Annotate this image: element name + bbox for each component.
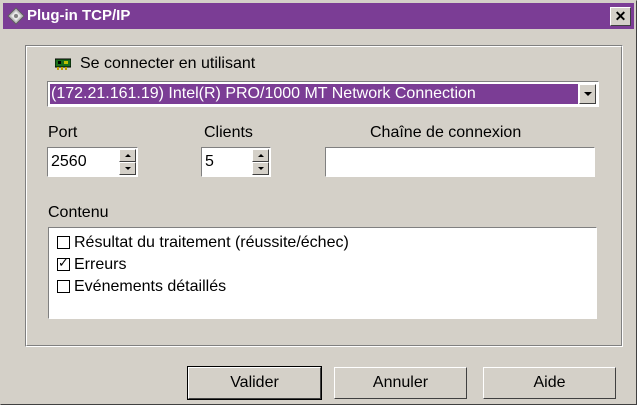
clients-field[interactable]: 5 [201, 147, 271, 177]
network-adapter-icon [55, 58, 71, 70]
clients-increment-button[interactable] [252, 149, 269, 162]
plugin-icon [7, 7, 25, 25]
result-label: Résultat du traitement (réussite/échec) [74, 234, 349, 251]
clients-decrement-button[interactable] [252, 162, 269, 175]
result-checkbox[interactable] [57, 236, 70, 249]
content-options-list: Résultat du traitement (réussite/échec) … [48, 227, 597, 319]
errors-label: Erreurs [74, 256, 127, 273]
help-button[interactable]: Aide [483, 367, 616, 399]
clients-label: Clients [204, 124, 253, 141]
clients-value: 5 [205, 153, 214, 170]
window-title: Plug-in TCP/IP [27, 7, 131, 24]
port-decrement-button[interactable] [119, 162, 136, 175]
close-icon: ✕ [614, 8, 627, 24]
port-increment-button[interactable] [119, 149, 136, 162]
validate-button[interactable]: Valider [187, 366, 322, 400]
check-icon: ✓ [58, 255, 69, 270]
events-label: Evénements détaillés [74, 278, 227, 295]
content-label: Contenu [48, 204, 109, 221]
selected-adapter: (172.21.161.19) Intel(R) PRO/1000 MT Net… [50, 84, 578, 104]
port-field[interactable]: 2560 [47, 147, 138, 177]
clients-stepper[interactable] [252, 149, 269, 175]
port-stepper[interactable] [119, 149, 136, 175]
errors-checkbox[interactable]: ✓ [57, 255, 70, 271]
network-adapter-select[interactable]: (172.21.161.19) Intel(R) PRO/1000 MT Net… [47, 81, 599, 107]
chevron-down-icon[interactable] [579, 84, 596, 104]
events-checkbox[interactable] [57, 280, 70, 293]
connection-string-field[interactable] [325, 147, 595, 177]
dialog-window: Plug-in TCP/IP ✕ Se connecter en utilisa… [0, 0, 637, 405]
connection-string-label: Chaîne de connexion [370, 124, 522, 141]
cancel-button[interactable]: Annuler [334, 367, 467, 399]
port-value: 2560 [51, 153, 87, 170]
close-button[interactable]: ✕ [610, 7, 631, 26]
port-label: Port [48, 124, 78, 141]
connect-using-label: Se connecter en utilisant [80, 55, 256, 72]
title-bar[interactable]: Plug-in TCP/IP ✕ [3, 3, 634, 29]
